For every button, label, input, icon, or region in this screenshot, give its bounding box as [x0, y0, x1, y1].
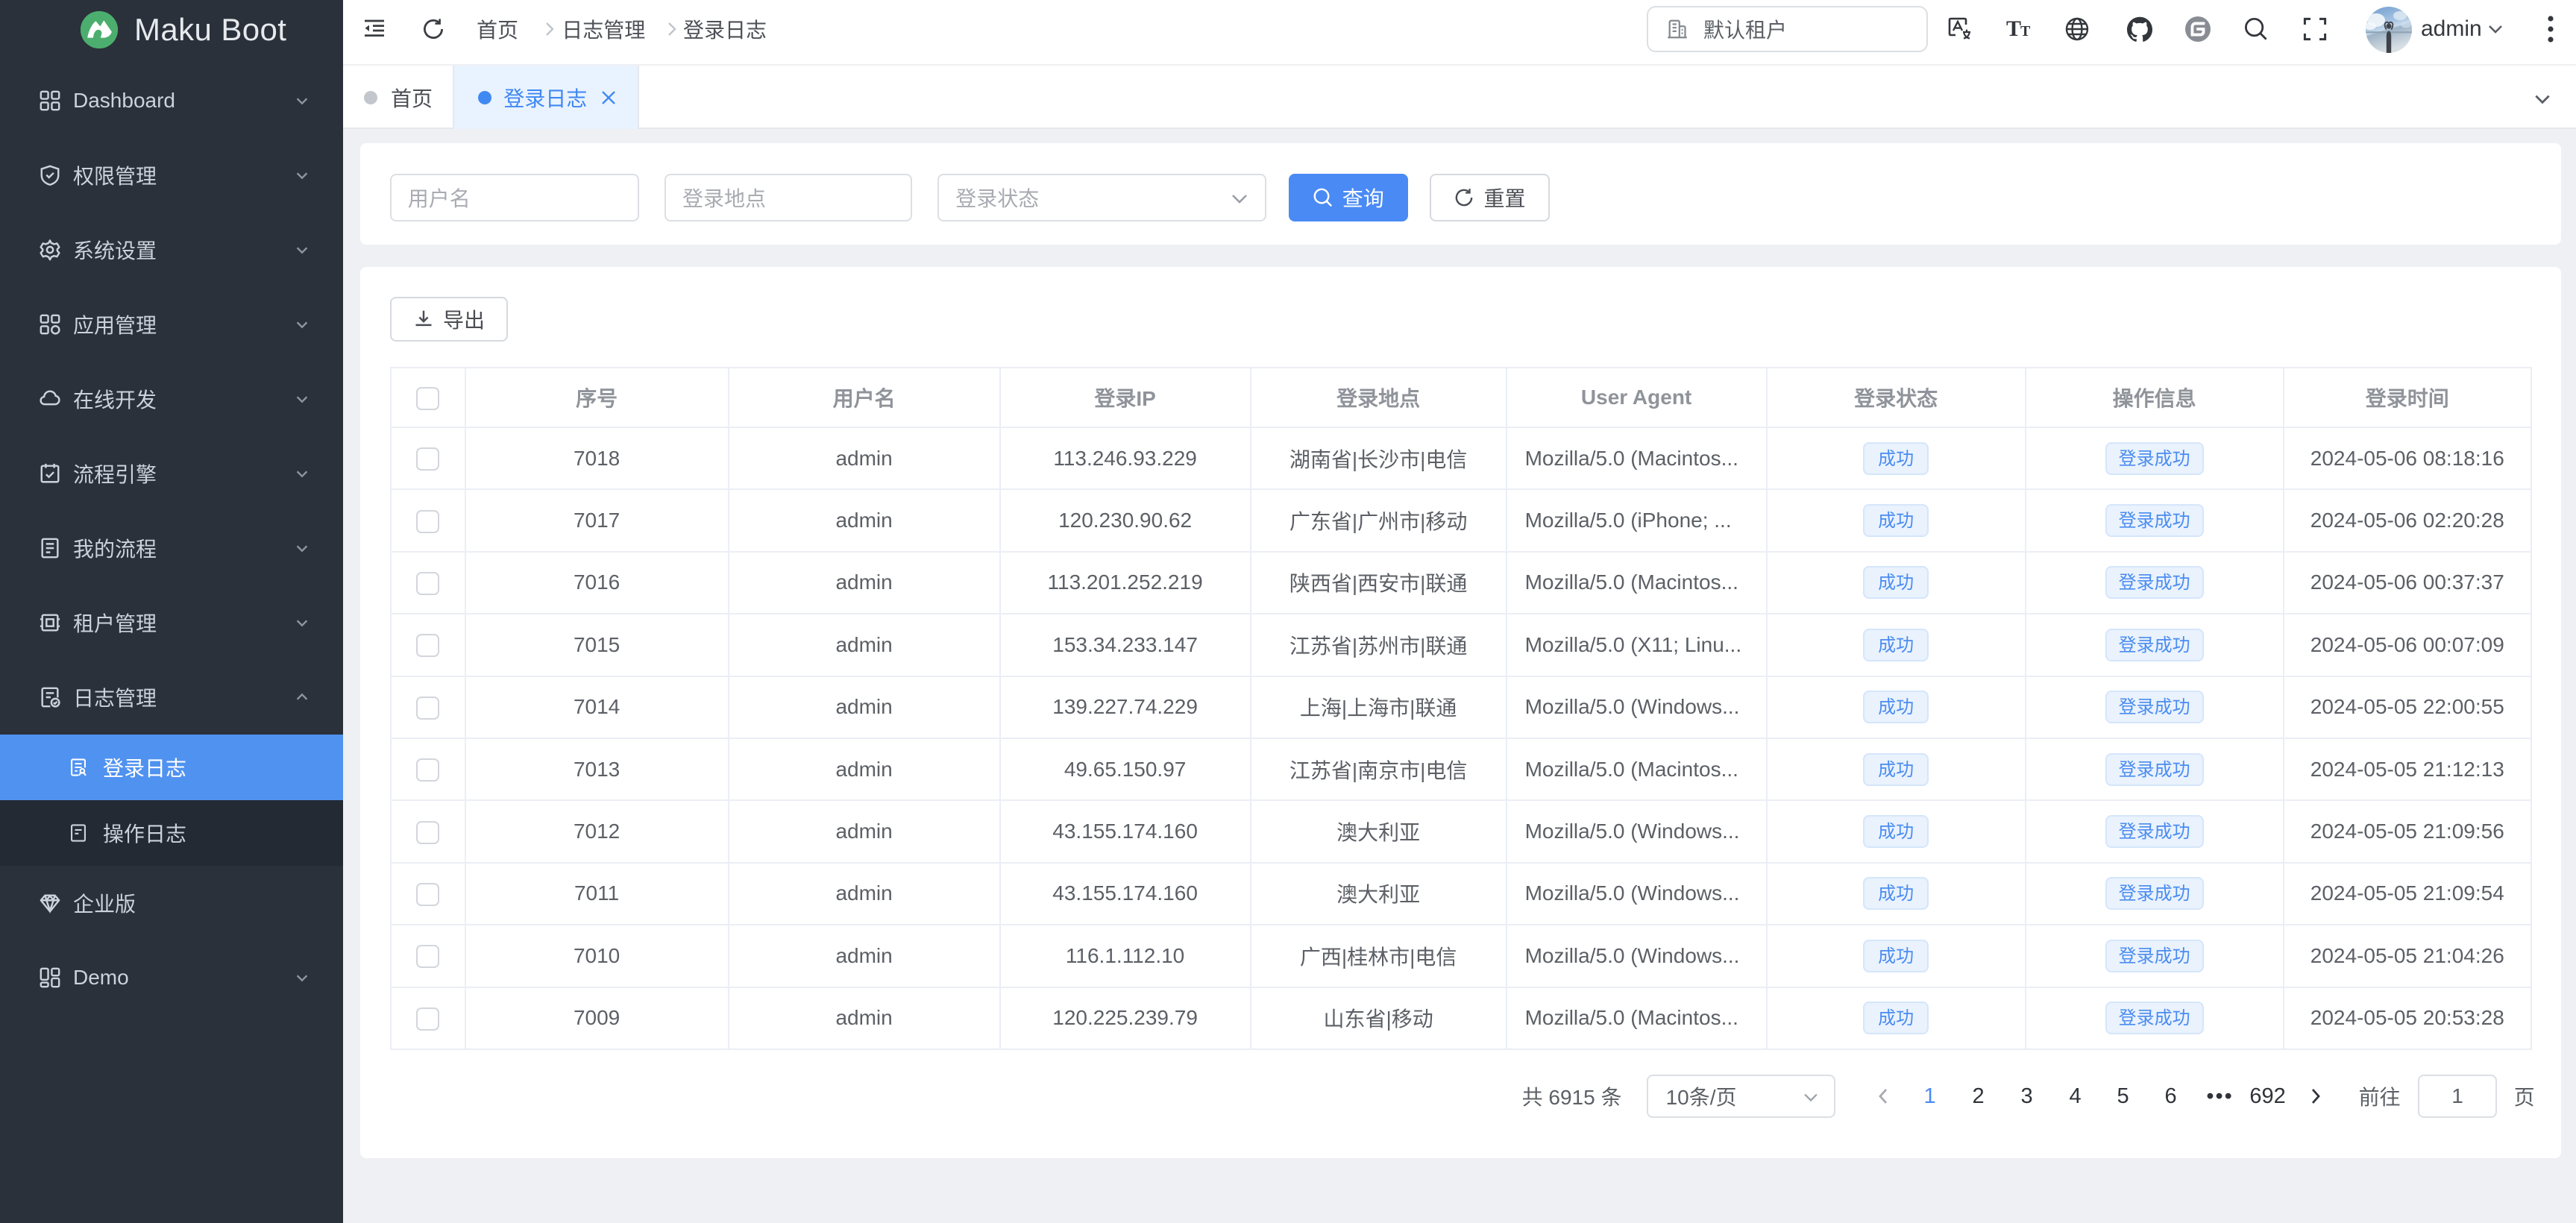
svg-text:T: T — [2006, 16, 2021, 41]
svg-text:T: T — [2020, 23, 2031, 40]
